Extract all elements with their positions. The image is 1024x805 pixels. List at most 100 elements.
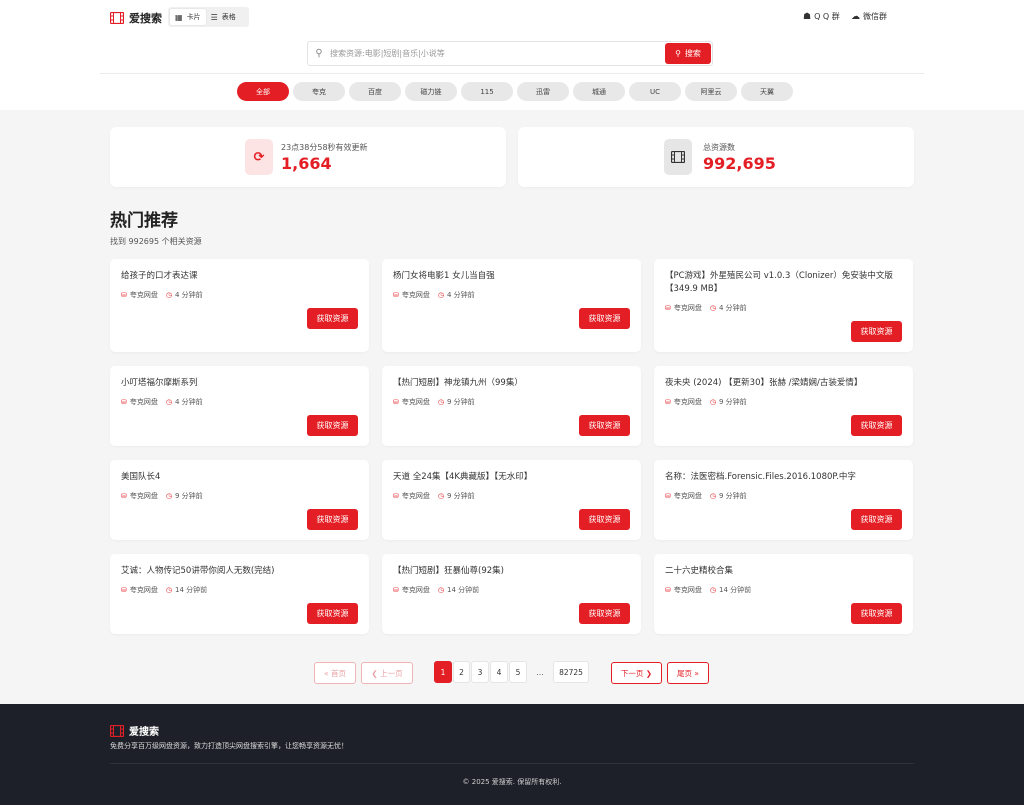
- clock-icon: ◷: [437, 291, 444, 299]
- last-page-button[interactable]: 尾页 »: [667, 662, 709, 684]
- category-chip[interactable]: 磁力链: [405, 82, 457, 101]
- card-source: 夸克网盘: [129, 492, 158, 500]
- category-chip[interactable]: UC: [629, 82, 681, 101]
- next-page-button[interactable]: 下一页 ❯: [611, 662, 662, 684]
- category-chip[interactable]: 城通: [573, 82, 625, 101]
- qq-group-link[interactable]: ☗ Q Q 群: [803, 11, 840, 22]
- card-title[interactable]: 杨门女将电影1 女儿当自强: [393, 270, 633, 283]
- resource-card: 艾诚：人物传记50讲带你阅人无数(完结) ⛁ 夸克网盘 ◷ 14 分钟前 获取资源: [110, 554, 369, 634]
- card-title[interactable]: 美国队长4: [121, 471, 361, 484]
- card-time: 9 分钟前: [446, 492, 475, 500]
- footer-copyright: © 2025 爱搜索. 保留所有权利.: [462, 778, 562, 786]
- get-resource-button[interactable]: 获取资源: [579, 308, 630, 329]
- card-title[interactable]: 天道 全24集【4K典藏版】【无水印】: [393, 471, 633, 484]
- resource-card: 小叮塔福尔摩斯系列 ⛁ 夸克网盘 ◷ 4 分钟前 获取资源: [110, 366, 369, 446]
- category-chip[interactable]: 百度: [349, 82, 401, 101]
- resource-card: 天道 全24集【4K典藏版】【无水印】 ⛁ 夸克网盘 ◷ 9 分钟前 获取资源: [382, 460, 641, 540]
- get-resource-button[interactable]: 获取资源: [851, 415, 902, 436]
- card-title[interactable]: 艾诚：人物传记50讲带你阅人无数(完结): [121, 565, 361, 578]
- card-title[interactable]: 小叮塔福尔摩斯系列: [121, 377, 361, 390]
- database-icon: ⛁: [665, 304, 671, 312]
- search-bar: ⚲ ⚲ 搜索: [307, 41, 713, 66]
- search-input[interactable]: [330, 49, 712, 58]
- card-source: 夸克网盘: [673, 398, 702, 406]
- page-number[interactable]: 1: [434, 661, 452, 683]
- database-icon: ⛁: [393, 492, 399, 500]
- get-resource-button[interactable]: 获取资源: [579, 603, 630, 624]
- total-stat-label: 总资源数: [703, 143, 735, 152]
- view-toggle: ▦ 卡片 ☰ 表格: [168, 7, 249, 27]
- search-button-icon: ⚲: [675, 49, 681, 58]
- category-chip[interactable]: 115: [461, 82, 513, 101]
- footer-logo[interactable]: 爱搜索: [110, 723, 159, 738]
- get-resource-button[interactable]: 获取资源: [851, 321, 902, 342]
- card-meta: ⛁ 夸克网盘 ◷ 9 分钟前: [665, 397, 747, 407]
- card-title[interactable]: 【热门短剧】神龙镇九州（99集）: [393, 377, 633, 390]
- pagination-ellipsis: ...: [536, 667, 544, 677]
- get-resource-button[interactable]: 获取资源: [307, 308, 358, 329]
- prev-page-button[interactable]: ❮ 上一页: [361, 662, 413, 684]
- card-source: 夸克网盘: [129, 586, 158, 594]
- card-source: 夸克网盘: [401, 291, 430, 299]
- search-button[interactable]: ⚲ 搜索: [665, 43, 711, 64]
- resource-card: 美国队长4 ⛁ 夸克网盘 ◷ 9 分钟前 获取资源: [110, 460, 369, 540]
- card-title[interactable]: 【热门短剧】狂暴仙尊(92集): [393, 565, 633, 578]
- card-time: 14 分钟前: [446, 586, 480, 594]
- result-count: 找到 992695 个相关资源: [110, 237, 202, 246]
- first-page-button[interactable]: « 首页: [314, 662, 356, 684]
- clock-icon: ◷: [165, 586, 172, 594]
- card-time: 9 分钟前: [446, 398, 475, 406]
- card-view-button[interactable]: ▦ 卡片: [170, 9, 206, 25]
- film-icon: [110, 12, 124, 24]
- page-number: 5: [509, 661, 527, 683]
- card-title[interactable]: 给孩子的口才表达课: [121, 270, 361, 283]
- card-meta: ⛁ 夸克网盘 ◷ 9 分钟前: [665, 491, 747, 501]
- card-time: 4 分钟前: [174, 291, 203, 299]
- logo-text: 爱搜索: [129, 12, 162, 25]
- wechat-group-link[interactable]: ☁ 微信群: [851, 11, 887, 22]
- get-resource-button[interactable]: 获取资源: [579, 509, 630, 530]
- card-title[interactable]: 二十六史精校合集: [665, 565, 905, 578]
- category-chip[interactable]: 天翼: [741, 82, 793, 101]
- page-number[interactable]: 3: [471, 661, 489, 683]
- page-number[interactable]: 2: [453, 661, 470, 683]
- category-chip[interactable]: 夸克: [293, 82, 345, 101]
- wechat-icon: ☁: [851, 11, 860, 22]
- clock-icon: ◷: [709, 398, 716, 406]
- page-number[interactable]: 4: [490, 661, 508, 683]
- get-resource-button[interactable]: 获取资源: [851, 603, 902, 624]
- database-icon: ⛁: [665, 586, 671, 594]
- logo[interactable]: 爱搜索: [110, 10, 162, 26]
- search-button-label: 搜索: [684, 49, 701, 58]
- category-chip[interactable]: 全部: [237, 82, 289, 101]
- database-icon: ⛁: [665, 492, 671, 500]
- card-source: 夸克网盘: [129, 291, 158, 299]
- category-chip[interactable]: 迅雷: [517, 82, 569, 101]
- category-chip[interactable]: 阿里云: [685, 82, 737, 101]
- database-icon: ⛁: [665, 398, 671, 406]
- header: 爱搜索 ▦ 卡片 ☰ 表格 ☗ Q Q 群 ☁ 微信群 ⚲ ⚲ 搜索 全部 夸克…: [0, 0, 1024, 110]
- card-view-label: 卡片: [186, 13, 201, 21]
- table-view-button[interactable]: ☰ 表格: [206, 9, 241, 25]
- get-resource-button[interactable]: 获取资源: [307, 603, 358, 624]
- last-page-number[interactable]: 82725: [553, 661, 589, 683]
- card-meta: ⛁ 夸克网盘 ◷ 9 分钟前: [393, 491, 475, 501]
- wechat-group-label: 微信群: [863, 12, 887, 21]
- get-resource-button[interactable]: 获取资源: [307, 415, 358, 436]
- get-resource-button[interactable]: 获取资源: [579, 415, 630, 436]
- card-title[interactable]: 夜未央 (2024) 【更新30】张赫 /梁婧娴/古装爱情】: [665, 377, 905, 390]
- card-title[interactable]: 名称：法医密档.Forensic.Files.2016.1080P.中字: [665, 471, 905, 484]
- total-stat-card: 总资源数 992,695: [518, 127, 914, 187]
- card-time: 9 分钟前: [174, 492, 203, 500]
- card-source: 夸克网盘: [673, 492, 702, 500]
- get-resource-button[interactable]: 获取资源: [307, 509, 358, 530]
- get-resource-button[interactable]: 获取资源: [851, 509, 902, 530]
- footer-description: 免费分享百万级网盘资源，致力打造顶尖网盘搜索引擎，让您畅享资源无忧！: [110, 742, 348, 750]
- resource-card: 【热门短剧】神龙镇九州（99集） ⛁ 夸克网盘 ◷ 9 分钟前 获取资源: [382, 366, 641, 446]
- film-icon: [110, 724, 124, 737]
- footer-logo-text: 爱搜索: [129, 727, 159, 738]
- database-icon: ⛁: [393, 398, 399, 406]
- card-time: 14 分钟前: [174, 586, 208, 594]
- card-title[interactable]: 【PC游戏】外星殖民公司 v1.0.3（Clonizer）免安装中文版【349.…: [665, 270, 905, 296]
- footer: 爱搜索 免费分享百万级网盘资源，致力打造顶尖网盘搜索引擎，让您畅享资源无忧！ ©…: [0, 704, 1024, 805]
